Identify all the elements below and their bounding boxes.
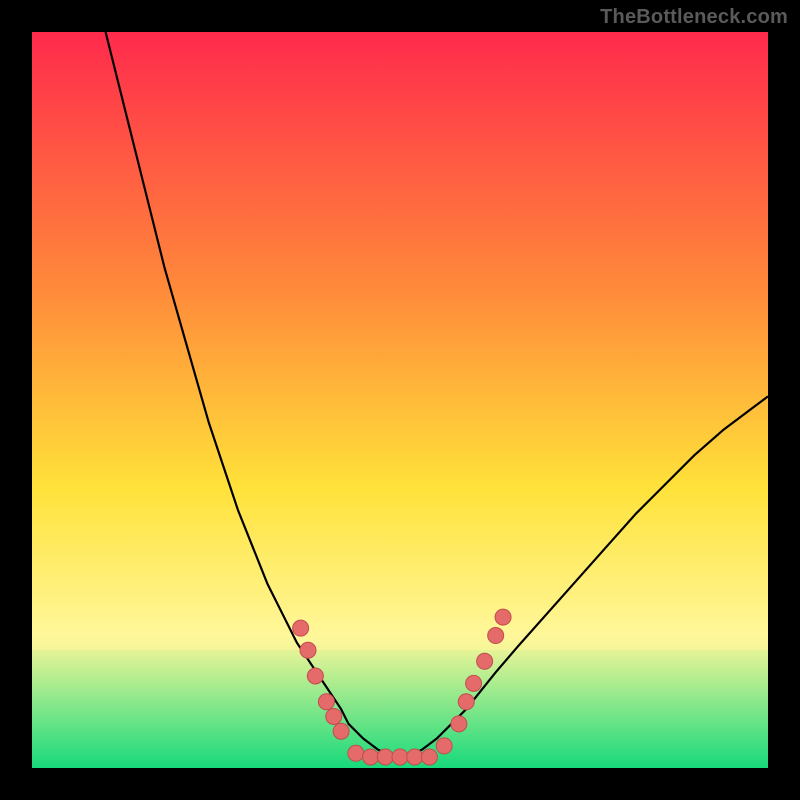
- data-point: [451, 716, 467, 732]
- data-point: [421, 749, 437, 765]
- data-point: [392, 749, 408, 765]
- plot-area: [32, 32, 768, 768]
- data-point: [407, 749, 423, 765]
- yellow-band: [32, 632, 768, 650]
- data-point: [318, 694, 334, 710]
- gradient-background: [32, 32, 768, 768]
- data-point: [458, 694, 474, 710]
- watermark-label: TheBottleneck.com: [600, 6, 788, 29]
- data-point: [293, 620, 309, 636]
- chart-frame: TheBottleneck.com: [0, 0, 800, 800]
- data-point: [477, 653, 493, 669]
- data-point: [348, 745, 364, 761]
- data-point: [488, 628, 504, 644]
- data-point: [466, 675, 482, 691]
- data-point: [377, 749, 393, 765]
- chart-svg: [32, 32, 768, 768]
- data-point: [307, 668, 323, 684]
- data-point: [495, 609, 511, 625]
- data-point: [363, 749, 379, 765]
- data-point: [326, 708, 342, 724]
- data-point: [436, 738, 452, 754]
- data-point: [333, 723, 349, 739]
- data-point: [300, 642, 316, 658]
